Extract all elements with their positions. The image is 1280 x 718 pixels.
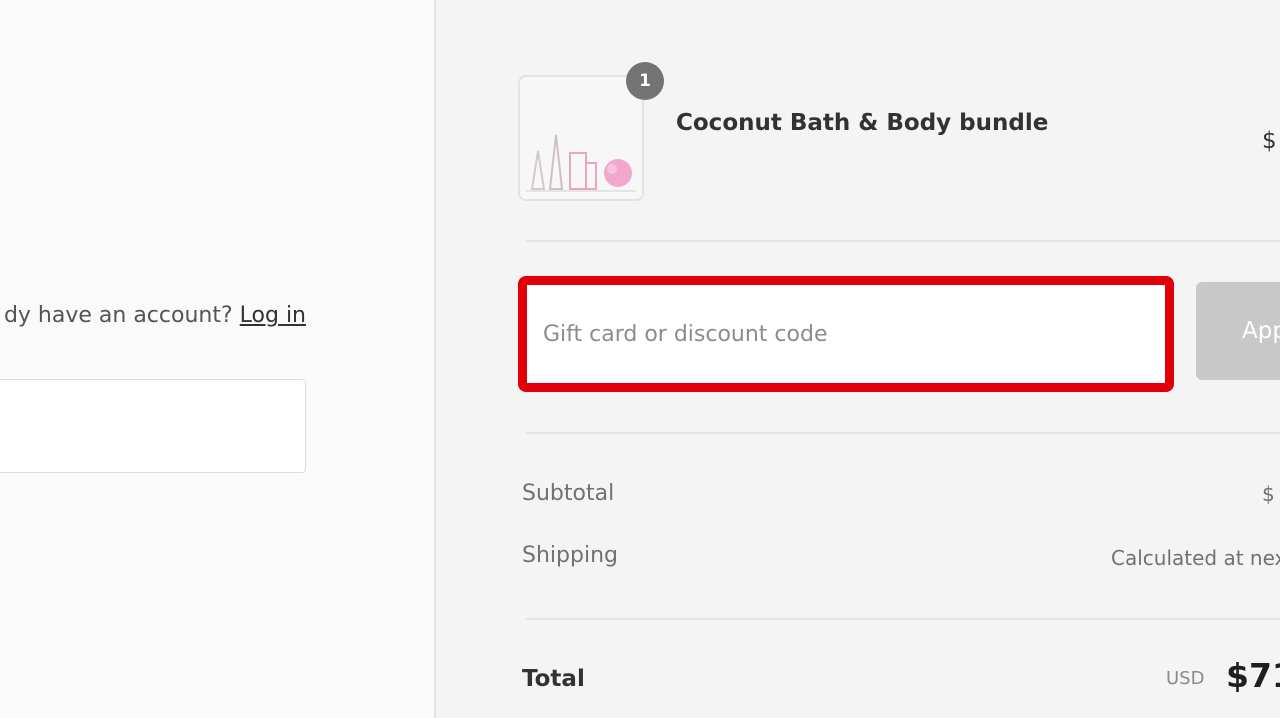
shipping-value: Calculated at nex bbox=[1111, 546, 1280, 570]
divider bbox=[526, 618, 1280, 620]
checkout-page: dy have an account? Log in 1 Coconut Bat… bbox=[0, 0, 1280, 718]
total-label: Total bbox=[522, 666, 585, 692]
discount-input-highlight bbox=[518, 276, 1174, 392]
discount-code-input[interactable] bbox=[527, 285, 1165, 383]
email-field[interactable] bbox=[0, 379, 306, 473]
account-prompt-line: dy have an account? Log in bbox=[4, 303, 306, 328]
login-link[interactable]: Log in bbox=[240, 303, 306, 328]
subtotal-label: Subtotal bbox=[522, 481, 615, 506]
product-thumbnail bbox=[518, 75, 644, 201]
account-prompt-text: dy have an account? bbox=[3, 303, 233, 328]
product-image-icon bbox=[520, 77, 642, 199]
divider bbox=[526, 432, 1280, 434]
total-amount: $71 bbox=[1226, 656, 1280, 695]
divider bbox=[526, 240, 1280, 242]
apply-discount-button[interactable]: App bbox=[1196, 282, 1280, 380]
contact-section: dy have an account? Log in bbox=[0, 0, 434, 718]
shipping-label: Shipping bbox=[522, 543, 618, 568]
product-name: Coconut Bath & Body bundle bbox=[676, 110, 1049, 136]
product-price: $ bbox=[1262, 128, 1277, 154]
subtotal-value: $ bbox=[1262, 482, 1275, 506]
order-summary: 1 Coconut Bath & Body bundle $ App Subto… bbox=[436, 0, 1280, 718]
quantity-badge: 1 bbox=[626, 62, 664, 100]
currency-code: USD bbox=[1166, 668, 1205, 689]
